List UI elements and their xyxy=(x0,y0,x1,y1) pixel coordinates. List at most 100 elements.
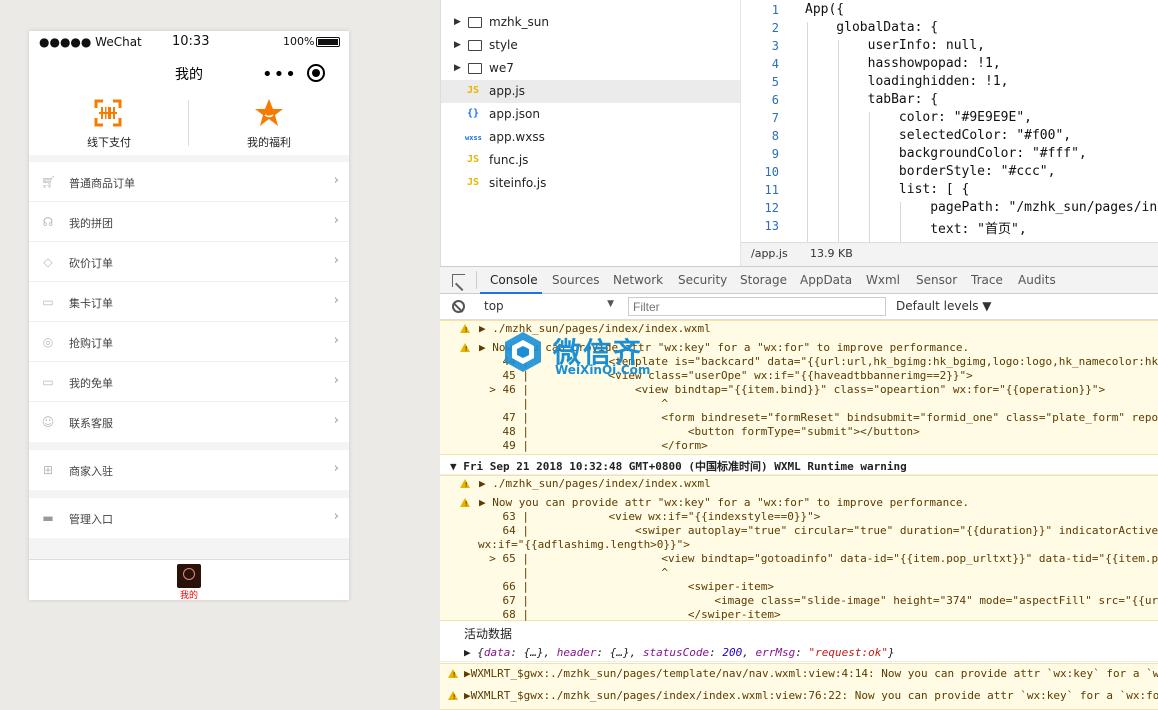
tree-item-label: mzhk_sun xyxy=(489,15,550,29)
menu-item-admin[interactable]: ▬ 管理入口 › xyxy=(29,498,349,538)
menu-item-bargain-orders[interactable]: ◇ 砍价订单 › xyxy=(29,242,349,282)
expand-arrow-icon[interactable]: ▶ xyxy=(454,40,461,50)
line-number: 12 xyxy=(764,201,779,215)
code-frame-line: 47 | <form bindreset="formReset" bindsub… xyxy=(476,411,1158,424)
code-line: text: "首页", xyxy=(805,222,1027,237)
tree-item-label: func.js xyxy=(489,153,529,167)
menu-item-merchant-join[interactable]: ⊞ 商家入驻 › xyxy=(29,450,349,490)
file-tree: ▶ mzhk_sun ▶ style ▶ we7 JS app.js {} ap… xyxy=(440,0,741,266)
menu-item-group-buy[interactable]: ☊ 我的拼团 › xyxy=(29,202,349,242)
file-size: 13.9 KB xyxy=(810,247,853,260)
menu-item-card-orders[interactable]: ▭ 集卡订单 › xyxy=(29,282,349,322)
code-editor[interactable]: 1 2 3 4 5 6 7 8 9 10 11 12 13 App({ glob… xyxy=(740,0,1158,242)
tree-file-app-wxss[interactable]: wxss app.wxss xyxy=(441,126,741,149)
tab-audits[interactable]: Audits xyxy=(1018,273,1056,287)
code-frame-line: 68 | </swiper-item> xyxy=(476,608,781,621)
expand-arrow-icon[interactable]: ▶ xyxy=(454,63,461,73)
tab-bar: 我的 xyxy=(29,559,349,600)
filter-input[interactable] xyxy=(628,297,886,316)
obj-value: 200 xyxy=(722,646,743,659)
tab-appdata[interactable]: AppData xyxy=(800,273,852,287)
code-frame-line: | ^ xyxy=(476,566,669,579)
line-number-gutter: 1 2 3 4 5 6 7 8 9 10 11 12 13 xyxy=(741,0,791,242)
warning-message[interactable]: ▶WXMLRT_$gwx:./mzhk_sun/pages/template/n… xyxy=(464,667,1158,680)
tab-trace[interactable]: Trace xyxy=(971,273,1003,287)
admin-menu: ▬ 管理入口 › xyxy=(29,498,349,538)
menu-item-free-orders[interactable]: ▭ 我的免单 › xyxy=(29,362,349,402)
tree-folder-mzhk-sun[interactable]: ▶ mzhk_sun xyxy=(441,11,741,34)
my-welfare-button[interactable]: 我的福利 xyxy=(189,93,349,155)
menu-item-label: 普通商品订单 xyxy=(69,177,135,190)
line-number: 5 xyxy=(771,75,779,89)
code-line: App({ xyxy=(805,2,845,17)
obj-key: errMsg xyxy=(755,646,796,659)
group-title: ▼ Fri Sep 21 2018 10:32:48 GMT+0800 (中国标… xyxy=(450,460,907,473)
tab-sources[interactable]: Sources xyxy=(552,273,599,287)
file-path: /app.js xyxy=(751,247,788,260)
log-title: 活动数据 xyxy=(464,627,513,641)
tab-wxml[interactable]: Wxml xyxy=(866,273,900,287)
battery-icon xyxy=(316,37,340,47)
console-warning: ! ▶ ./mzhk_sun/pages/index/index.wxml ! … xyxy=(440,475,1158,621)
cart-icon: 🛒︎ xyxy=(41,175,57,189)
clear-console-icon[interactable] xyxy=(452,300,465,313)
warning-path[interactable]: ▶ ./mzhk_sun/pages/index/index.wxml xyxy=(479,477,711,490)
obj-key: statusCode xyxy=(642,646,710,659)
more-dots-icon[interactable]: ••• xyxy=(262,64,297,85)
expand-arrow-icon[interactable]: ▶ xyxy=(454,17,461,27)
obj-value: "request:ok" xyxy=(808,646,888,659)
tab-security[interactable]: Security xyxy=(678,273,727,287)
context-select[interactable]: top ▼ xyxy=(476,297,618,316)
tree-folder-we7[interactable]: ▶ we7 xyxy=(441,57,741,80)
log-levels-dropdown[interactable]: Default levels ▼ xyxy=(896,299,992,313)
code-frame-line: 64 | <swiper autoplay="true" circular="t… xyxy=(476,524,1158,537)
tab-network[interactable]: Network xyxy=(613,273,663,287)
js-file-icon: JS xyxy=(467,154,480,165)
tree-file-func-js[interactable]: JS func.js xyxy=(441,149,741,172)
watermark-logo-icon xyxy=(505,332,541,372)
code-frame-line: > 65 | <view bindtap="gotoadinfo" data-i… xyxy=(476,552,1158,565)
tree-file-siteinfo-js[interactable]: JS siteinfo.js xyxy=(441,172,741,195)
console-group-header[interactable]: ▼ Fri Sep 21 2018 10:32:48 GMT+0800 (中国标… xyxy=(440,455,1158,475)
gift-icon: ⊞ xyxy=(42,463,54,477)
tree-folder-style[interactable]: ▶ style xyxy=(441,34,741,57)
context-value: top xyxy=(484,299,504,313)
obj-value: {…} xyxy=(609,646,630,659)
menu-item-normal-orders[interactable]: 🛒︎ 普通商品订单 › xyxy=(29,162,349,202)
code-line: selectedColor: "#f00", xyxy=(805,128,1072,143)
line-number: 10 xyxy=(764,165,779,179)
carrier-label: ●●●●● WeChat xyxy=(39,35,142,49)
admin-icon: ▬ xyxy=(42,511,54,525)
obj-value: {…} xyxy=(523,646,544,659)
tree-item-label: app.js xyxy=(489,84,525,98)
menu-item-flash-orders[interactable]: ◎ 抢购订单 › xyxy=(29,322,349,362)
chevron-right-icon: › xyxy=(333,461,339,476)
wxss-file-icon: wxss xyxy=(465,134,482,142)
menu-item-label: 集卡订单 xyxy=(69,297,113,310)
tree-file-app-json[interactable]: {} app.json xyxy=(441,103,741,126)
close-capsule-icon[interactable] xyxy=(307,64,325,82)
tab-storage[interactable]: Storage xyxy=(740,273,787,287)
offline-pay-button[interactable]: 线下支付 xyxy=(29,93,189,155)
tree-item-label: app.json xyxy=(489,107,540,121)
obj-brace: ▶ { xyxy=(464,646,484,659)
warning-icon: ! xyxy=(460,343,470,353)
tab-sensor[interactable]: Sensor xyxy=(916,273,957,287)
line-number: 1 xyxy=(771,3,779,17)
tree-item-label: app.wxss xyxy=(489,130,545,144)
code-line: borderStyle: "#ccc", xyxy=(805,164,1056,179)
tree-item-label: style xyxy=(489,38,518,52)
log-object[interactable]: ▶ {data: {…}, header: {…}, statusCode: 2… xyxy=(440,642,1158,662)
menu-item-label: 我的拼团 xyxy=(69,217,113,230)
warning-message[interactable]: ▶WXMLRT_$gwx:./mzhk_sun/pages/index/inde… xyxy=(464,689,1158,702)
my-welfare-label: 我的福利 xyxy=(247,136,291,149)
chevron-right-icon: › xyxy=(333,373,339,388)
tree-file-app-js[interactable]: JS app.js xyxy=(441,80,741,103)
editor-status-bar: /app.js 13.9 KB xyxy=(740,242,1158,266)
menu-item-customer-service[interactable]: ☺ 联系客服 › xyxy=(29,402,349,442)
json-file-icon: {} xyxy=(467,108,480,119)
page-title: 我的 xyxy=(175,67,203,83)
obj-key: header xyxy=(556,646,597,659)
tab-console[interactable]: Console xyxy=(490,273,538,287)
inspect-element-icon[interactable] xyxy=(452,274,470,292)
